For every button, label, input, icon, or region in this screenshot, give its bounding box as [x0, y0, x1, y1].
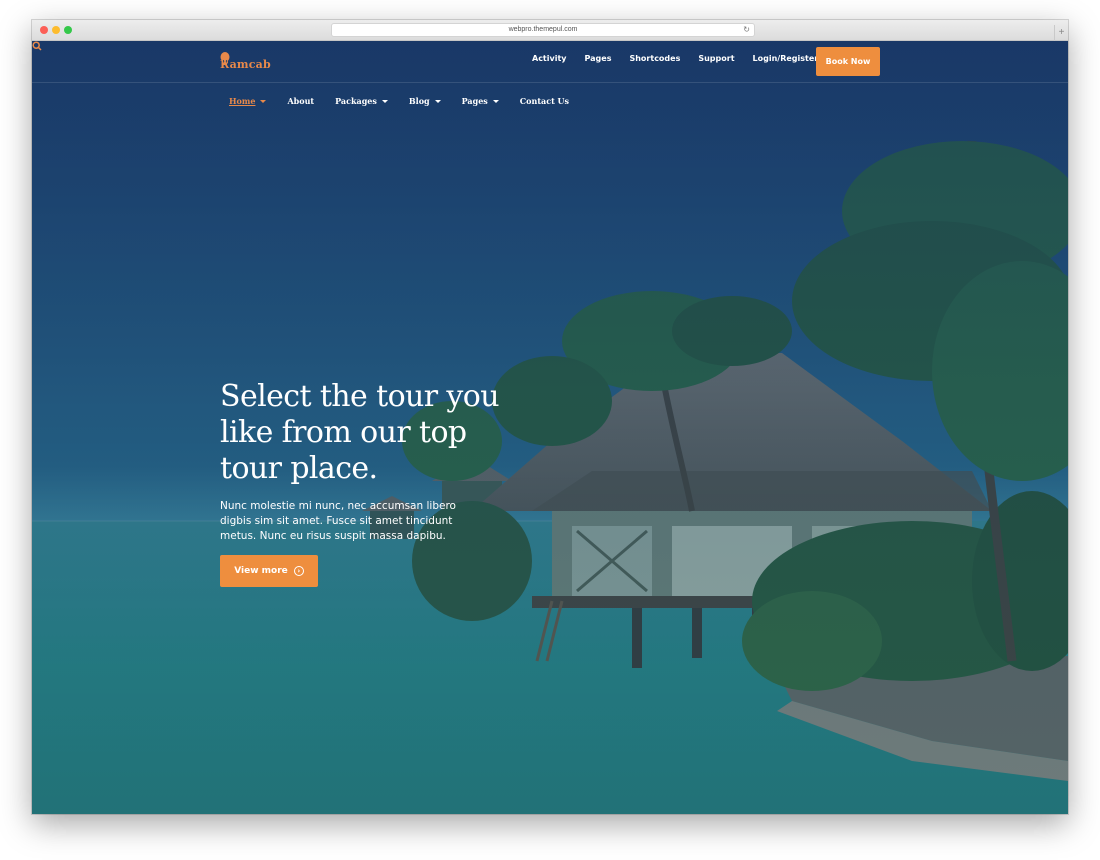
caret-down-icon: [260, 99, 267, 103]
minimize-window-button[interactable]: [52, 26, 60, 34]
nav-label: Blog: [408, 96, 430, 106]
top-link-pages[interactable]: Pages: [585, 54, 612, 63]
nav-item-contact-us[interactable]: Contact Us: [520, 96, 569, 106]
close-window-button[interactable]: [40, 26, 48, 34]
browser-window: webpro.themepul.com ↻ + Ramcab Activity …: [32, 20, 1068, 814]
top-link-activity[interactable]: Activity: [532, 54, 567, 63]
hero-title: Select the tour you like from our top to…: [220, 379, 500, 486]
arrow-circle-right-icon: ›: [293, 566, 304, 576]
nav-label: Packages: [335, 96, 377, 106]
search-icon[interactable]: [32, 41, 42, 51]
top-header: Ramcab Activity Pages Shortcodes Support…: [32, 41, 1068, 83]
hot-air-balloon-icon: [220, 52, 230, 65]
view-more-button[interactable]: View more ›: [220, 555, 318, 587]
nav-item-home[interactable]: Home: [229, 96, 267, 106]
top-link-support[interactable]: Support: [698, 54, 734, 63]
nav-item-about[interactable]: About: [287, 96, 314, 106]
hero-description: Nunc molestie mi nunc, nec accumsan libe…: [220, 500, 456, 542]
nav-label: Pages: [461, 96, 488, 106]
view-more-label: View more: [234, 566, 288, 576]
nav-item-blog[interactable]: Blog: [409, 96, 441, 106]
hero-overlay: [32, 41, 1068, 814]
book-now-button[interactable]: Book Now: [816, 47, 880, 76]
hero-section: Ramcab Activity Pages Shortcodes Support…: [32, 41, 1068, 814]
nav-label: Contact Us: [519, 96, 570, 106]
caret-down-icon: [381, 99, 388, 103]
top-link-shortcodes[interactable]: Shortcodes: [629, 54, 680, 63]
reload-icon[interactable]: ↻: [743, 24, 750, 36]
maximize-window-button[interactable]: [64, 26, 72, 34]
brand-logo[interactable]: Ramcab: [220, 52, 271, 72]
url-text: webpro.themepul.com: [508, 26, 578, 33]
nav-label: Home: [229, 96, 256, 106]
top-links: Activity Pages Shortcodes Support Login/…: [532, 54, 836, 63]
address-bar[interactable]: webpro.themepul.com ↻: [331, 23, 755, 37]
nav-label: About: [287, 96, 315, 106]
nav-item-pages[interactable]: Pages: [462, 96, 499, 106]
top-link-login-register[interactable]: Login/Register: [753, 54, 819, 63]
main-nav: Home About Packages Blog Pages Contact U…: [229, 96, 590, 106]
caret-down-icon: [434, 99, 441, 103]
caret-down-icon: [492, 99, 499, 103]
new-tab-button[interactable]: +: [1054, 25, 1068, 41]
browser-titlebar: webpro.themepul.com ↻ +: [32, 20, 1068, 41]
nav-item-packages[interactable]: Packages: [335, 96, 388, 106]
